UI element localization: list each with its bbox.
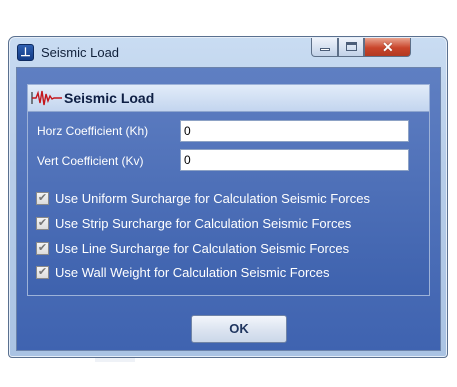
minimize-button[interactable] [311,38,338,57]
close-button[interactable]: ✕ [364,38,411,57]
seismic-load-panel: Seismic Load Horz Coefficient (Kh) Vert … [27,84,430,296]
checkbox[interactable]: ✔ [36,217,49,230]
option-strip-surcharge[interactable]: ✔ Use Strip Surcharge for Calculation Se… [36,215,426,233]
minimize-icon [320,48,330,51]
horz-coefficient-input[interactable] [180,120,409,142]
option-line-surcharge[interactable]: ✔ Use Line Surcharge for Calculation Sei… [36,240,426,258]
panel-title: Seismic Load [64,90,155,106]
option-label: Use Wall Weight for Calculation Seismic … [55,265,330,280]
background-app [0,0,457,30]
option-wall-weight[interactable]: ✔ Use Wall Weight for Calculation Seismi… [36,264,426,282]
checkbox[interactable]: ✔ [36,242,49,255]
panel-header: Seismic Load [28,85,429,112]
seismic-load-dialog: ⊥ Seismic Load ✕ Seismic Load Horz Coeff… [8,36,448,358]
vert-coefficient-input[interactable] [180,149,409,171]
maximize-button[interactable] [338,38,364,57]
close-icon: ✕ [382,39,394,55]
maximize-icon [346,42,357,51]
ok-button[interactable]: OK [191,315,287,343]
vert-coefficient-label: Vert Coefficient (Kv) [37,154,144,168]
option-label: Use Line Surcharge for Calculation Seism… [55,241,350,256]
seismograph-icon [31,90,62,106]
option-label: Use Strip Surcharge for Calculation Seis… [55,216,352,231]
horz-coefficient-label: Horz Coefficient (Kh) [37,124,149,138]
option-label: Use Uniform Surcharge for Calculation Se… [55,191,370,206]
window-title: Seismic Load [41,45,120,60]
checkbox[interactable]: ✔ [36,192,49,205]
title-bar[interactable]: ⊥ Seismic Load ✕ [9,37,447,67]
checkbox[interactable]: ✔ [36,266,49,279]
app-icon: ⊥ [17,44,34,61]
dialog-client-area: Seismic Load Horz Coefficient (Kh) Vert … [16,67,441,351]
option-uniform-surcharge[interactable]: ✔ Use Uniform Surcharge for Calculation … [36,190,426,208]
